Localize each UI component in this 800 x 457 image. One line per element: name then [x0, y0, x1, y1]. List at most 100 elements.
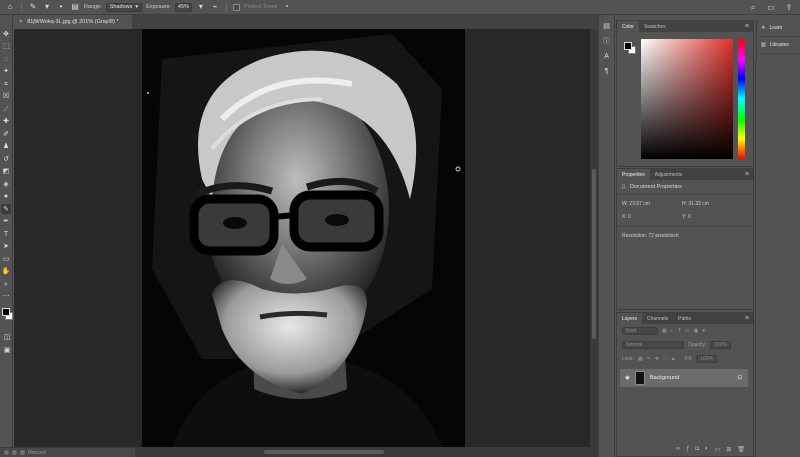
magic-wand-icon[interactable]: ✦: [1, 67, 11, 77]
tab-channels[interactable]: Channels: [642, 313, 673, 324]
link-icon[interactable]: ∞: [676, 446, 680, 452]
scroll-thumb[interactable]: [264, 450, 384, 454]
eye-icon[interactable]: ◉: [625, 375, 630, 381]
learn-item[interactable]: ☀ Learn: [757, 20, 800, 37]
search-icon[interactable]: ⌕: [748, 3, 758, 13]
hue-slider[interactable]: [738, 39, 745, 159]
layer-row[interactable]: ◉ Background ⊡: [620, 369, 748, 387]
layer-name[interactable]: Background: [650, 375, 679, 381]
chevron-down-icon[interactable]: ▾: [196, 2, 206, 12]
range-select[interactable]: Shadows ▾: [105, 2, 143, 12]
hand-tool-icon[interactable]: ✋: [1, 267, 11, 277]
eraser-icon[interactable]: ◩: [1, 167, 11, 177]
share-icon[interactable]: ⇪: [784, 3, 794, 13]
fx-icon[interactable]: ƒ: [686, 446, 689, 452]
crop-tool-icon[interactable]: ⌗: [1, 79, 11, 89]
blur-tool-icon[interactable]: ●: [1, 192, 11, 202]
width-value[interactable]: W: 23.67 cm: [622, 201, 682, 207]
brush-tool-icon[interactable]: ✐: [1, 129, 11, 139]
color-saturation-field[interactable]: [641, 39, 733, 159]
path-selection-icon[interactable]: ➤: [1, 242, 11, 252]
info-icon[interactable]: ⓘ: [602, 36, 612, 46]
lock-position-icon[interactable]: ✥: [655, 356, 659, 362]
filter-adjust-icon[interactable]: ◐: [671, 328, 674, 334]
y-value[interactable]: Y: 0: [682, 214, 742, 220]
adjustment-layer-icon[interactable]: ◐: [705, 446, 709, 452]
mask-icon[interactable]: ◘: [695, 446, 699, 452]
lock-all-icon[interactable]: 🔒︎: [672, 356, 675, 362]
tab-layers[interactable]: Layers: [617, 313, 643, 324]
lasso-tool-icon[interactable]: ◌: [1, 54, 11, 64]
foreground-color-swatch[interactable]: [2, 308, 10, 316]
home-icon[interactable]: ⌂: [5, 2, 15, 12]
record-label[interactable]: Record: [28, 450, 46, 456]
learn-label: Learn: [769, 25, 783, 31]
more-tools-icon[interactable]: ⋯: [1, 292, 11, 302]
quick-mask-icon[interactable]: ◫: [2, 332, 12, 342]
canvas-area[interactable]: [14, 29, 590, 447]
panel-menu-icon[interactable]: ≡: [745, 23, 749, 30]
stop-icon[interactable]: [4, 450, 9, 455]
opacity-input[interactable]: 100%: [710, 341, 732, 349]
new-layer-icon[interactable]: ⊞: [726, 446, 731, 453]
zoom-tool-icon[interactable]: ⌕: [1, 279, 11, 289]
history-icon[interactable]: ▤: [602, 21, 612, 31]
tab-adjustments[interactable]: Adjustments: [650, 169, 688, 180]
options-bar: ⌂ ✎ ▾ • ▤ Range: Shadows ▾ Exposure: 45% …: [0, 0, 800, 15]
burn-tool-icon[interactable]: ✎: [1, 204, 11, 214]
filter-type-icon[interactable]: T: [678, 328, 681, 334]
filter-pixel-icon[interactable]: ▦: [662, 328, 667, 334]
tab-paths[interactable]: Paths: [673, 313, 696, 324]
airbrush-icon[interactable]: ⌁: [210, 2, 220, 12]
portrait-image[interactable]: [142, 29, 465, 447]
scroll-thumb[interactable]: [592, 169, 596, 339]
character-icon[interactable]: A: [602, 51, 612, 61]
history-brush-icon[interactable]: ↺: [1, 154, 11, 164]
lock-artboard-icon[interactable]: ⬚: [663, 356, 668, 362]
kind-filter-select[interactable]: Kind: [622, 327, 658, 335]
move-tool-icon[interactable]: ✥: [1, 29, 11, 39]
type-tool-icon[interactable]: T: [1, 229, 11, 239]
exposure-input[interactable]: 45%: [174, 2, 192, 12]
vertical-scrollbar[interactable]: [590, 29, 598, 447]
chevron-down-icon[interactable]: ▾: [42, 2, 52, 12]
screen-mode-icon[interactable]: ▣: [2, 345, 12, 355]
foreground-color-swatch[interactable]: [624, 42, 632, 50]
paragraph-icon[interactable]: ¶: [602, 66, 612, 76]
play-icon[interactable]: [20, 450, 25, 455]
close-icon[interactable]: ×: [19, 19, 22, 25]
filter-shape-icon[interactable]: ▭: [685, 328, 690, 334]
healing-brush-icon[interactable]: ✚: [1, 117, 11, 127]
libraries-item[interactable]: ▥ Libraries: [757, 37, 800, 54]
blend-mode-select[interactable]: Normal: [622, 341, 684, 349]
frame-tool-icon[interactable]: ☒: [1, 92, 11, 102]
document-tab[interactable]: × 81jWWokq-3L.jpg @ 201% (Gray/8) *: [14, 15, 132, 29]
lock-pixels-icon[interactable]: ▦: [638, 356, 643, 362]
record-icon[interactable]: [12, 450, 17, 455]
panel-menu-icon[interactable]: ≡: [745, 171, 749, 178]
filter-smart-icon[interactable]: ▣: [694, 328, 699, 334]
rectangle-tool-icon[interactable]: ▭: [1, 254, 11, 264]
pressure-icon[interactable]: ◔: [281, 2, 291, 12]
height-value[interactable]: H: 31.33 cm: [682, 201, 742, 207]
fill-input[interactable]: 100%: [696, 355, 718, 363]
panel-menu-icon[interactable]: ≡: [745, 315, 749, 322]
trash-icon[interactable]: 🗑︎: [737, 446, 745, 453]
burn-tool-icon[interactable]: ✎: [28, 2, 38, 12]
paint-bucket-icon[interactable]: ◈: [1, 179, 11, 189]
marquee-tool-icon[interactable]: ⬚: [1, 42, 11, 52]
group-icon[interactable]: ▭: [715, 446, 721, 453]
tab-swatches[interactable]: Swatches: [639, 21, 671, 32]
filter-toggle-icon[interactable]: ●: [702, 328, 705, 334]
brush-preset-icon[interactable]: •: [56, 2, 66, 12]
protect-tones-checkbox[interactable]: [232, 3, 240, 11]
workspace-icon[interactable]: ▭: [766, 3, 776, 13]
tab-properties[interactable]: Properties: [617, 169, 650, 180]
clone-stamp-icon[interactable]: ♟: [1, 142, 11, 152]
tab-color[interactable]: Color: [617, 21, 639, 32]
brush-settings-icon[interactable]: ▤: [70, 2, 80, 12]
pen-tool-icon[interactable]: ✒: [1, 217, 11, 227]
x-value[interactable]: X: 0: [622, 214, 682, 220]
lock-paint-icon[interactable]: ✎: [647, 356, 651, 362]
eyedropper-icon[interactable]: ⟋: [1, 104, 11, 114]
